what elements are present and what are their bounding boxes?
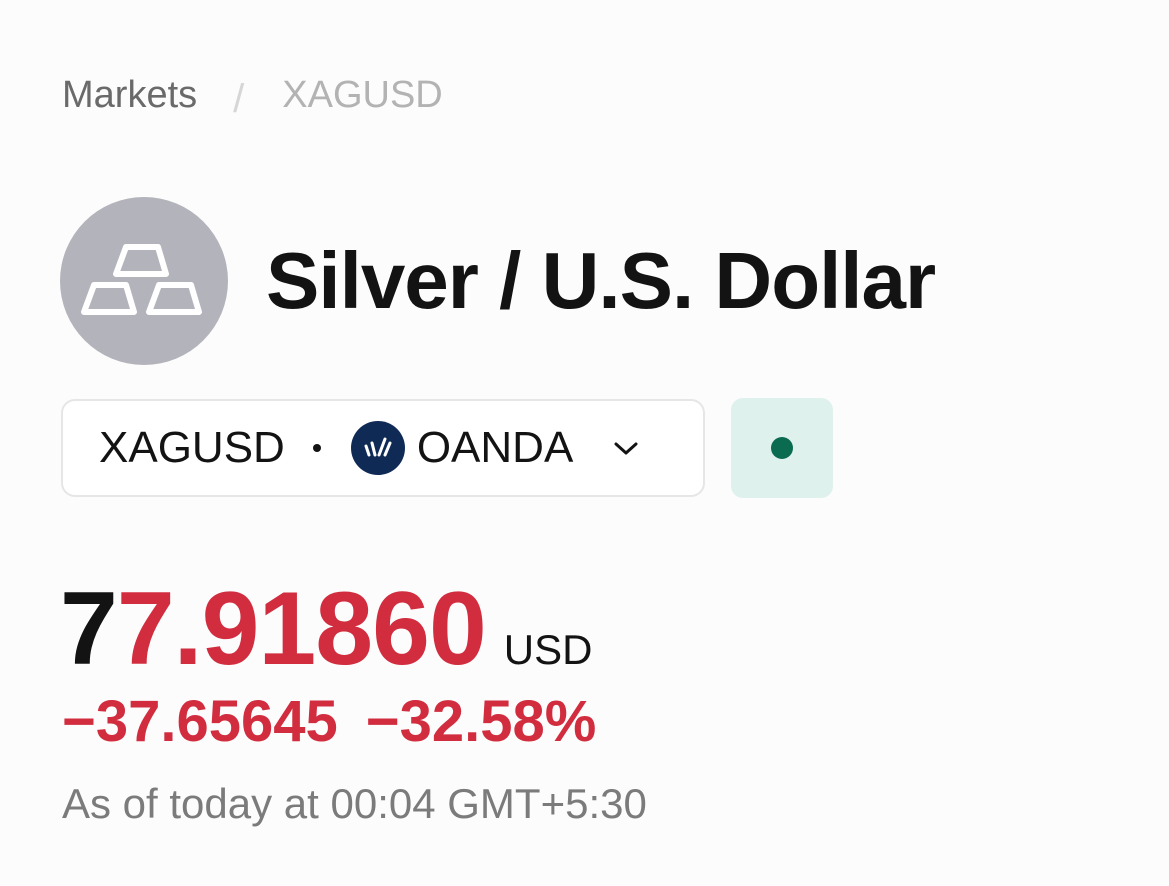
market-open-dot-icon <box>771 437 793 459</box>
price-change-percent: −32.58% <box>365 689 597 754</box>
oanda-logo-icon <box>350 421 405 475</box>
breadcrumb-markets-link[interactable]: Markets <box>62 74 197 117</box>
last-price-changed-digits: 7.91860 <box>116 571 487 687</box>
breadcrumb-current: XAGUSD <box>282 73 443 116</box>
separator-dot <box>312 444 321 452</box>
symbol-exchange-dropdown[interactable]: XAGUSD OANDA <box>61 399 705 497</box>
price-change: −37.65645 <box>62 689 338 754</box>
symbol-label: XAGUSD <box>99 423 285 472</box>
price-currency: USD <box>503 626 593 673</box>
market-status-button[interactable] <box>731 398 833 498</box>
silver-bars-icon <box>60 196 228 365</box>
last-price: 77.91860 <box>60 570 487 689</box>
chevron-down-icon <box>611 438 641 458</box>
last-price-unchanged-digits: 7 <box>60 571 118 687</box>
change-row: −37.65645 −32.58% <box>62 688 596 755</box>
price-row: 77.91860 USD <box>60 570 592 689</box>
breadcrumb-separator: / <box>233 76 245 121</box>
instrument-header: Silver / U.S. Dollar <box>60 181 936 380</box>
symbol-row: XAGUSD OANDA <box>61 398 833 498</box>
breadcrumb: Markets / XAGUSD <box>62 70 443 121</box>
quote-timestamp: As of today at 00:04 GMT+5:30 <box>62 780 647 827</box>
page-title: Silver / U.S. Dollar <box>266 235 936 325</box>
exchange-label: OANDA <box>416 423 574 472</box>
